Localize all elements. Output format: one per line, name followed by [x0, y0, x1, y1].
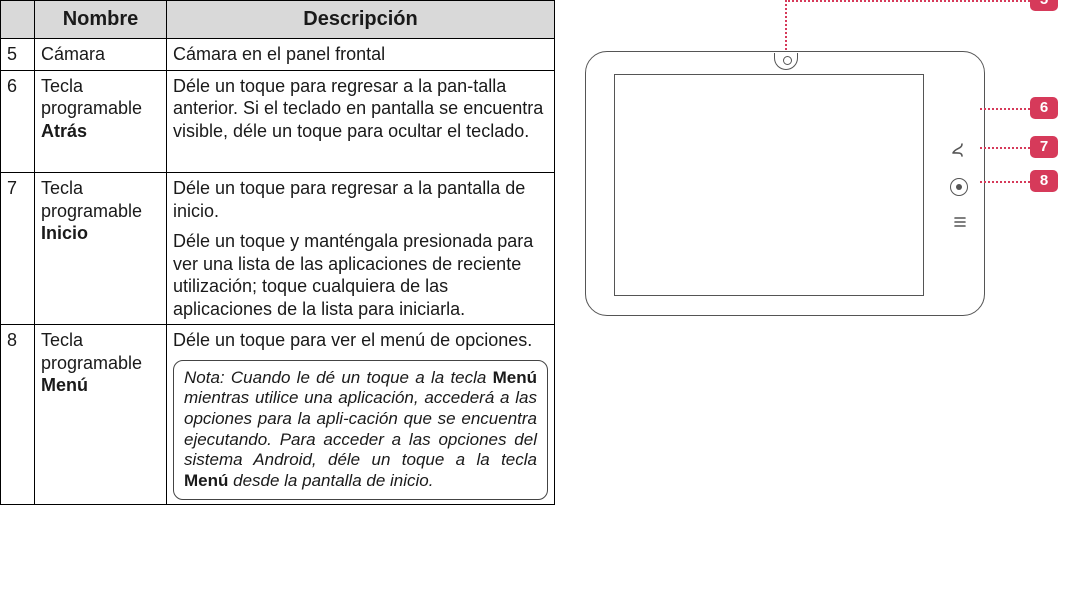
name-prefix: Cámara	[41, 44, 105, 64]
name-prefix: Tecla programable	[41, 178, 142, 221]
callout-7: 7	[1030, 136, 1058, 158]
row-name: Tecla programable Inicio	[35, 173, 167, 325]
note-suffix: desde la pantalla de inicio.	[228, 471, 433, 490]
row-desc: Déle un toque para ver el menú de opcion…	[167, 325, 555, 505]
leader-line	[980, 181, 1030, 183]
leader-line	[980, 147, 1030, 149]
note-prefix: Nota: Cuando le dé un toque a la tecla	[184, 368, 493, 387]
head-name: Nombre	[35, 1, 167, 39]
leader-line	[785, 0, 1030, 2]
note-bold2: Menú	[184, 471, 228, 490]
callout-8: 8	[1030, 170, 1058, 192]
note-box: Nota: Cuando le dé un toque a la tecla M…	[173, 360, 548, 500]
tablet-screen	[614, 74, 924, 296]
callout-5: 5	[1030, 0, 1058, 11]
note-mid: mientras utilice una aplicación, acceder…	[184, 388, 537, 469]
camera-icon	[774, 53, 798, 70]
table-row: 8 Tecla programable Menú Déle un toque p…	[1, 325, 555, 505]
name-bold: Inicio	[41, 223, 88, 243]
name-prefix: Tecla programable	[41, 76, 142, 119]
head-num	[1, 1, 35, 39]
row-num: 5	[1, 39, 35, 71]
leader-line	[980, 108, 1030, 110]
head-desc: Descripción	[167, 1, 555, 39]
home-key-icon	[950, 178, 968, 196]
row-desc: Déle un toque para regresar a la pan-tal…	[167, 70, 555, 173]
desc-para: Déle un toque para regresar a la pantall…	[173, 177, 548, 222]
leader-line	[785, 0, 787, 50]
tablet-illustration	[585, 40, 1005, 330]
desc-para: Déle un toque y manténgala presionada pa…	[173, 230, 548, 320]
back-key-icon	[947, 138, 973, 162]
keys-table: Nombre Descripción 5 Cámara Cámara en el…	[0, 0, 555, 505]
name-bold: Menú	[41, 375, 88, 395]
tablet-body	[585, 51, 985, 316]
name-prefix: Tecla programable	[41, 330, 142, 373]
row-desc: Cámara en el panel frontal	[167, 39, 555, 71]
table-row: 6 Tecla programable Atrás Déle un toque …	[1, 70, 555, 173]
row-num: 7	[1, 173, 35, 325]
desc-para: Cámara en el panel frontal	[173, 43, 548, 66]
menu-key-icon	[947, 210, 973, 234]
row-desc: Déle un toque para regresar a la pantall…	[167, 173, 555, 325]
row-num: 8	[1, 325, 35, 505]
row-name: Cámara	[35, 39, 167, 71]
note-bold1: Menú	[493, 368, 537, 387]
desc-para: Déle un toque para ver el menú de opcion…	[173, 329, 548, 352]
callout-6: 6	[1030, 97, 1058, 119]
row-name: Tecla programable Menú	[35, 325, 167, 505]
table-row: 5 Cámara Cámara en el panel frontal	[1, 39, 555, 71]
name-bold: Atrás	[41, 121, 87, 141]
row-num: 6	[1, 70, 35, 173]
desc-para: Déle un toque para regresar a la pan-tal…	[173, 75, 548, 143]
table-row: 7 Tecla programable Inicio Déle un toque…	[1, 173, 555, 325]
row-name: Tecla programable Atrás	[35, 70, 167, 173]
